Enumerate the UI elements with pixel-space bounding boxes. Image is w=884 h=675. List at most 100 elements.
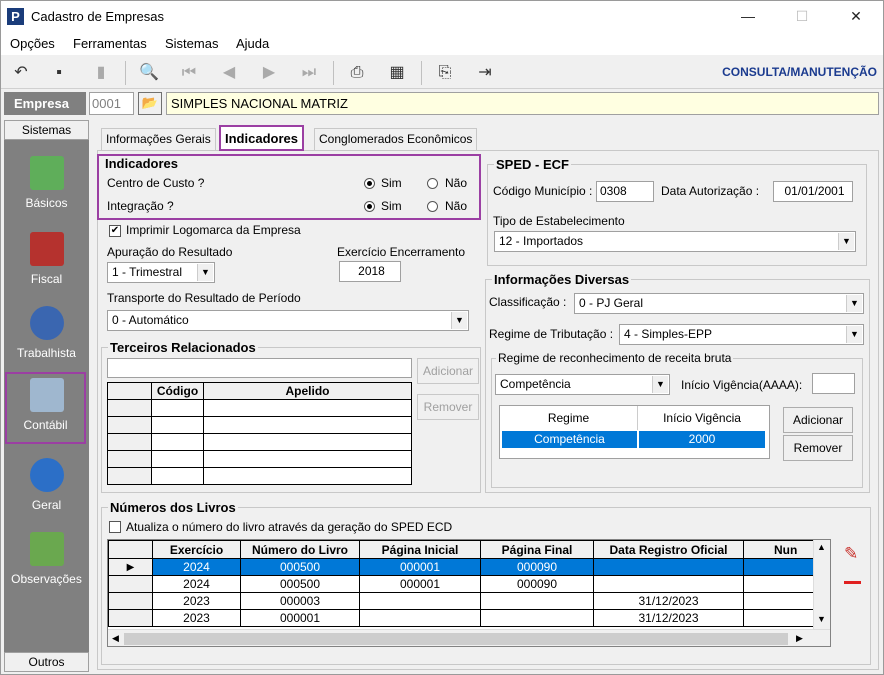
table-row[interactable]: ▶ 2024 000500 000001 000090	[108, 558, 830, 576]
inicio-vigencia-field[interactable]	[812, 373, 855, 394]
empresa-code-field[interactable]: 0001	[89, 92, 134, 115]
scroll-left-icon[interactable]: ◀	[112, 633, 119, 644]
terceiros-search-field[interactable]	[107, 358, 412, 378]
minimize-button[interactable]: —	[733, 5, 763, 27]
cell-pagina-inicial[interactable]: 000001	[359, 575, 481, 593]
col-exercicio[interactable]: Exercício	[152, 540, 241, 559]
codigo-municipio-field[interactable]: 0308	[596, 181, 654, 202]
remove-minus-icon[interactable]	[844, 581, 861, 584]
sidebar-item-contabil[interactable]: Contábil	[5, 372, 86, 444]
receita-select[interactable]: Competência ▼	[495, 374, 670, 395]
save-icon[interactable]: ▪	[47, 61, 71, 85]
transporte-select[interactable]: 0 - Automático ▼	[107, 310, 469, 331]
last-record-icon[interactable]: ⏭	[297, 61, 321, 85]
integracao-nao-radio[interactable]	[427, 201, 438, 212]
cell-numero[interactable]: 000003	[240, 592, 360, 610]
open-folder-icon[interactable]: 📂	[138, 92, 162, 115]
integracao-sim-radio[interactable]	[364, 201, 375, 212]
col-pagina-inicial[interactable]: Página Inicial	[359, 540, 481, 559]
cell-numero[interactable]: 000500	[240, 558, 360, 576]
centro-custo-nao-radio[interactable]	[427, 178, 438, 189]
exit-door-icon[interactable]: ⇥	[473, 61, 497, 85]
sidebar-item-geral[interactable]: Geral	[4, 454, 89, 526]
cell-pagina-final[interactable]	[480, 592, 594, 610]
first-record-icon[interactable]: ⏮	[177, 61, 201, 85]
cell-data-registro[interactable]: 31/12/2023	[593, 592, 744, 610]
receita-remove-button[interactable]: Remover	[783, 435, 853, 461]
cell-numero[interactable]: 000500	[240, 575, 360, 593]
preview-icon[interactable]: 🔍	[137, 61, 161, 85]
cell-pagina-final[interactable]: 000090	[480, 575, 594, 593]
report-icon[interactable]: ⎘	[433, 61, 457, 85]
col-inicio-vigencia[interactable]: Início Vigência	[638, 406, 766, 430]
tab-conglomerados[interactable]: Conglomerados Econômicos	[314, 128, 478, 150]
menu-opcoes[interactable]: Opções	[10, 36, 55, 51]
maximize-button[interactable]: ☐	[787, 5, 817, 27]
sidebar-item-trabalhista[interactable]: Trabalhista	[4, 302, 89, 374]
new-document-icon[interactable]: ▮	[89, 61, 113, 85]
col-data-registro[interactable]: Data Registro Oficial	[593, 540, 744, 559]
tab-informacoes-gerais[interactable]: Informações Gerais	[101, 128, 216, 150]
apuracao-select[interactable]: 1 - Trimestral ▼	[107, 262, 215, 283]
col-apelido[interactable]: Apelido	[203, 382, 412, 400]
cell-data-registro[interactable]	[593, 575, 744, 593]
next-record-icon[interactable]: ▶	[257, 61, 281, 85]
menu-ajuda[interactable]: Ajuda	[236, 36, 269, 51]
cell-pagina-inicial[interactable]	[359, 609, 481, 627]
terceiros-remove-button[interactable]: Remover	[417, 394, 479, 420]
classificacao-select[interactable]: 0 - PJ Geral ▼	[574, 293, 864, 314]
previous-record-icon[interactable]: ◀	[217, 61, 241, 85]
sidebar-item-basicos[interactable]: Básicos	[4, 152, 89, 224]
terceiros-add-button[interactable]: Adicionar	[417, 358, 479, 384]
sidebar-header-sistemas[interactable]: Sistemas	[4, 120, 89, 140]
receita-row-regime[interactable]: Competência	[502, 431, 637, 448]
logomarca-checkbox[interactable]: ✔	[109, 225, 121, 237]
menu-sistemas[interactable]: Sistemas	[165, 36, 218, 51]
scroll-down-icon[interactable]: ▼	[817, 614, 826, 624]
table-row[interactable]: 2023 000001 31/12/2023	[108, 609, 830, 627]
table-row[interactable]: 2023 000003 31/12/2023	[108, 592, 830, 610]
cell-data-registro[interactable]: 31/12/2023	[593, 609, 744, 627]
menu-ferramentas[interactable]: Ferramentas	[73, 36, 147, 51]
scroll-right-icon[interactable]: ▶	[796, 633, 803, 644]
tipo-estabelecimento-select[interactable]: 12 - Importados ▼	[494, 231, 856, 252]
tab-indicadores[interactable]: Indicadores	[219, 125, 304, 151]
exercicio-field[interactable]: 2018	[339, 261, 401, 282]
receita-grid[interactable]: Regime Início Vigência Competência 2000	[499, 405, 770, 459]
sidebar-item-observacoes[interactable]: Observações	[4, 528, 89, 600]
cell-pagina-final[interactable]	[480, 609, 594, 627]
table-row[interactable]: 2024 000500 000001 000090	[108, 575, 830, 593]
calculator-icon[interactable]: ▦	[385, 61, 409, 85]
centro-custo-sim-radio[interactable]	[364, 178, 375, 189]
empresa-name-field[interactable]: SIMPLES NACIONAL MATRIZ	[166, 92, 879, 115]
undo-icon[interactable]: ↶	[9, 61, 33, 85]
horizontal-scrollbar[interactable]: ◀ ▶	[108, 629, 830, 646]
cell-pagina-inicial[interactable]: 000001	[359, 558, 481, 576]
cell-exercicio[interactable]: 2023	[152, 592, 241, 610]
scroll-thumb[interactable]	[124, 633, 788, 645]
col-regime[interactable]: Regime	[500, 406, 638, 430]
livros-grid[interactable]: Exercício Número do Livro Página Inicial…	[107, 539, 831, 647]
receita-add-button[interactable]: Adicionar	[783, 407, 853, 433]
regime-tributacao-select[interactable]: 4 - Simples-EPP ▼	[619, 324, 864, 345]
col-numero-livro[interactable]: Número do Livro	[240, 540, 360, 559]
receita-row-inicio[interactable]: 2000	[639, 431, 765, 448]
cell-exercicio[interactable]: 2024	[152, 575, 241, 593]
terceiros-grid[interactable]: Código Apelido	[107, 382, 412, 485]
cell-pagina-inicial[interactable]	[359, 592, 481, 610]
cell-exercicio[interactable]: 2023	[152, 609, 241, 627]
col-pagina-final[interactable]: Página Final	[480, 540, 594, 559]
cell-data-registro[interactable]	[593, 558, 744, 576]
cell-numero[interactable]: 000001	[240, 609, 360, 627]
col-codigo[interactable]: Código	[151, 382, 204, 400]
atualiza-livro-checkbox[interactable]	[109, 521, 121, 533]
scroll-up-icon[interactable]: ▲	[817, 542, 826, 552]
sidebar-item-fiscal[interactable]: Fiscal	[4, 228, 89, 300]
data-autorizacao-field[interactable]: 01/01/2001	[773, 181, 853, 202]
vertical-scrollbar[interactable]: ▲ ▼	[813, 540, 830, 629]
edit-pencil-icon[interactable]: ✎	[844, 544, 858, 564]
print-icon[interactable]: ⎙	[345, 61, 369, 85]
close-button[interactable]: ✕	[841, 5, 871, 27]
cell-exercicio[interactable]: 2024	[152, 558, 241, 576]
sidebar-header-outros[interactable]: Outros	[4, 652, 89, 672]
